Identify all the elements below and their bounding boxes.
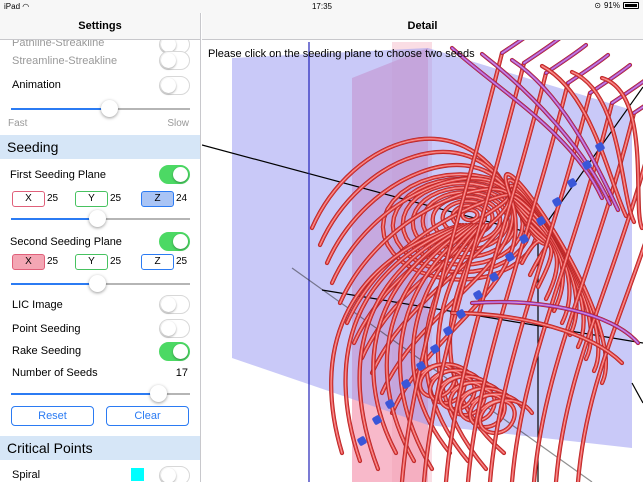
- spiral-label: Spiral: [12, 469, 41, 481]
- first-axes-y-value: 25: [110, 193, 122, 204]
- reset-button[interactable]: Reset: [11, 406, 94, 426]
- second-axes-y-button[interactable]: Y: [75, 254, 108, 270]
- fast-label: Fast: [8, 118, 28, 129]
- point-seeding-toggle[interactable]: [159, 319, 190, 338]
- first-plane-label: First Seeding Plane: [10, 169, 106, 181]
- rising-tube-end-highlight: [589, 64, 631, 94]
- rake-seeding-label: Rake Seeding: [12, 345, 82, 357]
- settings-panel: Settings Pathline-Streakline Streamline-…: [0, 13, 201, 482]
- first-axes-z-value: 24: [176, 193, 188, 204]
- second-plane-row: Second Seeding Plane: [0, 231, 200, 253]
- first-plane-knob[interactable]: [88, 210, 106, 227]
- flow-visualization[interactable]: [202, 13, 643, 482]
- streamline-label: Streamline-Streakline: [12, 55, 118, 67]
- number-of-seeds-slider[interactable]: [11, 385, 190, 402]
- spiral-row: Spiral: [0, 464, 200, 482]
- spiral-color-swatch[interactable]: [131, 468, 144, 481]
- settings-nav-title: Settings: [0, 13, 200, 40]
- second-plane-slider[interactable]: [11, 275, 190, 292]
- number-of-seeds-value: 17: [175, 367, 188, 379]
- second-axes-z-button[interactable]: Z: [141, 254, 174, 270]
- battery-icon: [623, 2, 639, 9]
- battery-percent: 91%: [603, 1, 620, 10]
- spiral-toggle[interactable]: [159, 466, 190, 482]
- animation-row: Animation: [0, 75, 200, 97]
- second-axes-x-value: 25: [47, 256, 59, 267]
- first-axes-x-value: 25: [47, 193, 59, 204]
- rake-seeding-row: Rake Seeding: [0, 341, 200, 363]
- animation-label: Animation: [12, 79, 61, 91]
- first-plane-row: First Seeding Plane: [0, 164, 200, 186]
- orientation-lock-icon: ⊙: [594, 1, 601, 10]
- second-plane-knob[interactable]: [88, 275, 106, 292]
- critical-points-section-header: Critical Points: [0, 436, 200, 460]
- number-of-seeds-knob[interactable]: [149, 385, 167, 402]
- clock: 17:35: [311, 2, 333, 11]
- number-of-seeds-label: Number of Seeds: [12, 367, 98, 379]
- status-bar: iPad ◠ 17:35 ⊙ 91%: [0, 0, 643, 13]
- second-plane-label: Second Seeding Plane: [10, 236, 122, 248]
- animation-speed-slider[interactable]: [11, 100, 190, 117]
- instruction-text: Please click on the seeding plane to cho…: [208, 48, 475, 60]
- first-plane-slider[interactable]: [11, 210, 190, 227]
- streamline-row: Streamline-Streakline: [0, 51, 200, 73]
- detail-nav-title: Detail: [202, 13, 643, 40]
- rising-tube-end-highlight: [545, 44, 587, 74]
- device-label: iPad ◠: [4, 2, 30, 11]
- detail-panel: Detail Please click on the seeding plane…: [202, 13, 643, 482]
- lic-image-row: LIC Image: [0, 294, 200, 316]
- lic-image-label: LIC Image: [12, 299, 63, 311]
- second-axes-z-value: 25: [176, 256, 188, 267]
- seeding-section-header: Seeding: [0, 135, 200, 159]
- first-axes-x-button[interactable]: X: [12, 191, 45, 207]
- first-axes-z-button[interactable]: Z: [141, 191, 174, 207]
- slow-label: Slow: [167, 118, 189, 129]
- animation-speed-knob[interactable]: [101, 100, 119, 117]
- lic-image-toggle[interactable]: [159, 295, 190, 314]
- point-seeding-label: Point Seeding: [12, 323, 81, 335]
- rake-seeding-toggle[interactable]: [159, 342, 190, 361]
- animation-toggle[interactable]: [159, 76, 190, 95]
- clear-button[interactable]: Clear: [106, 406, 189, 426]
- wifi-icon: ◠: [22, 2, 30, 11]
- second-plane-toggle[interactable]: [159, 232, 190, 251]
- second-axes-y-value: 25: [110, 256, 122, 267]
- first-plane-toggle[interactable]: [159, 165, 190, 184]
- streamline-toggle[interactable]: [159, 51, 190, 70]
- point-seeding-row: Point Seeding: [0, 318, 200, 340]
- first-axes-y-button[interactable]: Y: [75, 191, 108, 207]
- number-of-seeds-row: Number of Seeds 17: [0, 365, 200, 383]
- second-axes-x-button[interactable]: X: [12, 254, 45, 270]
